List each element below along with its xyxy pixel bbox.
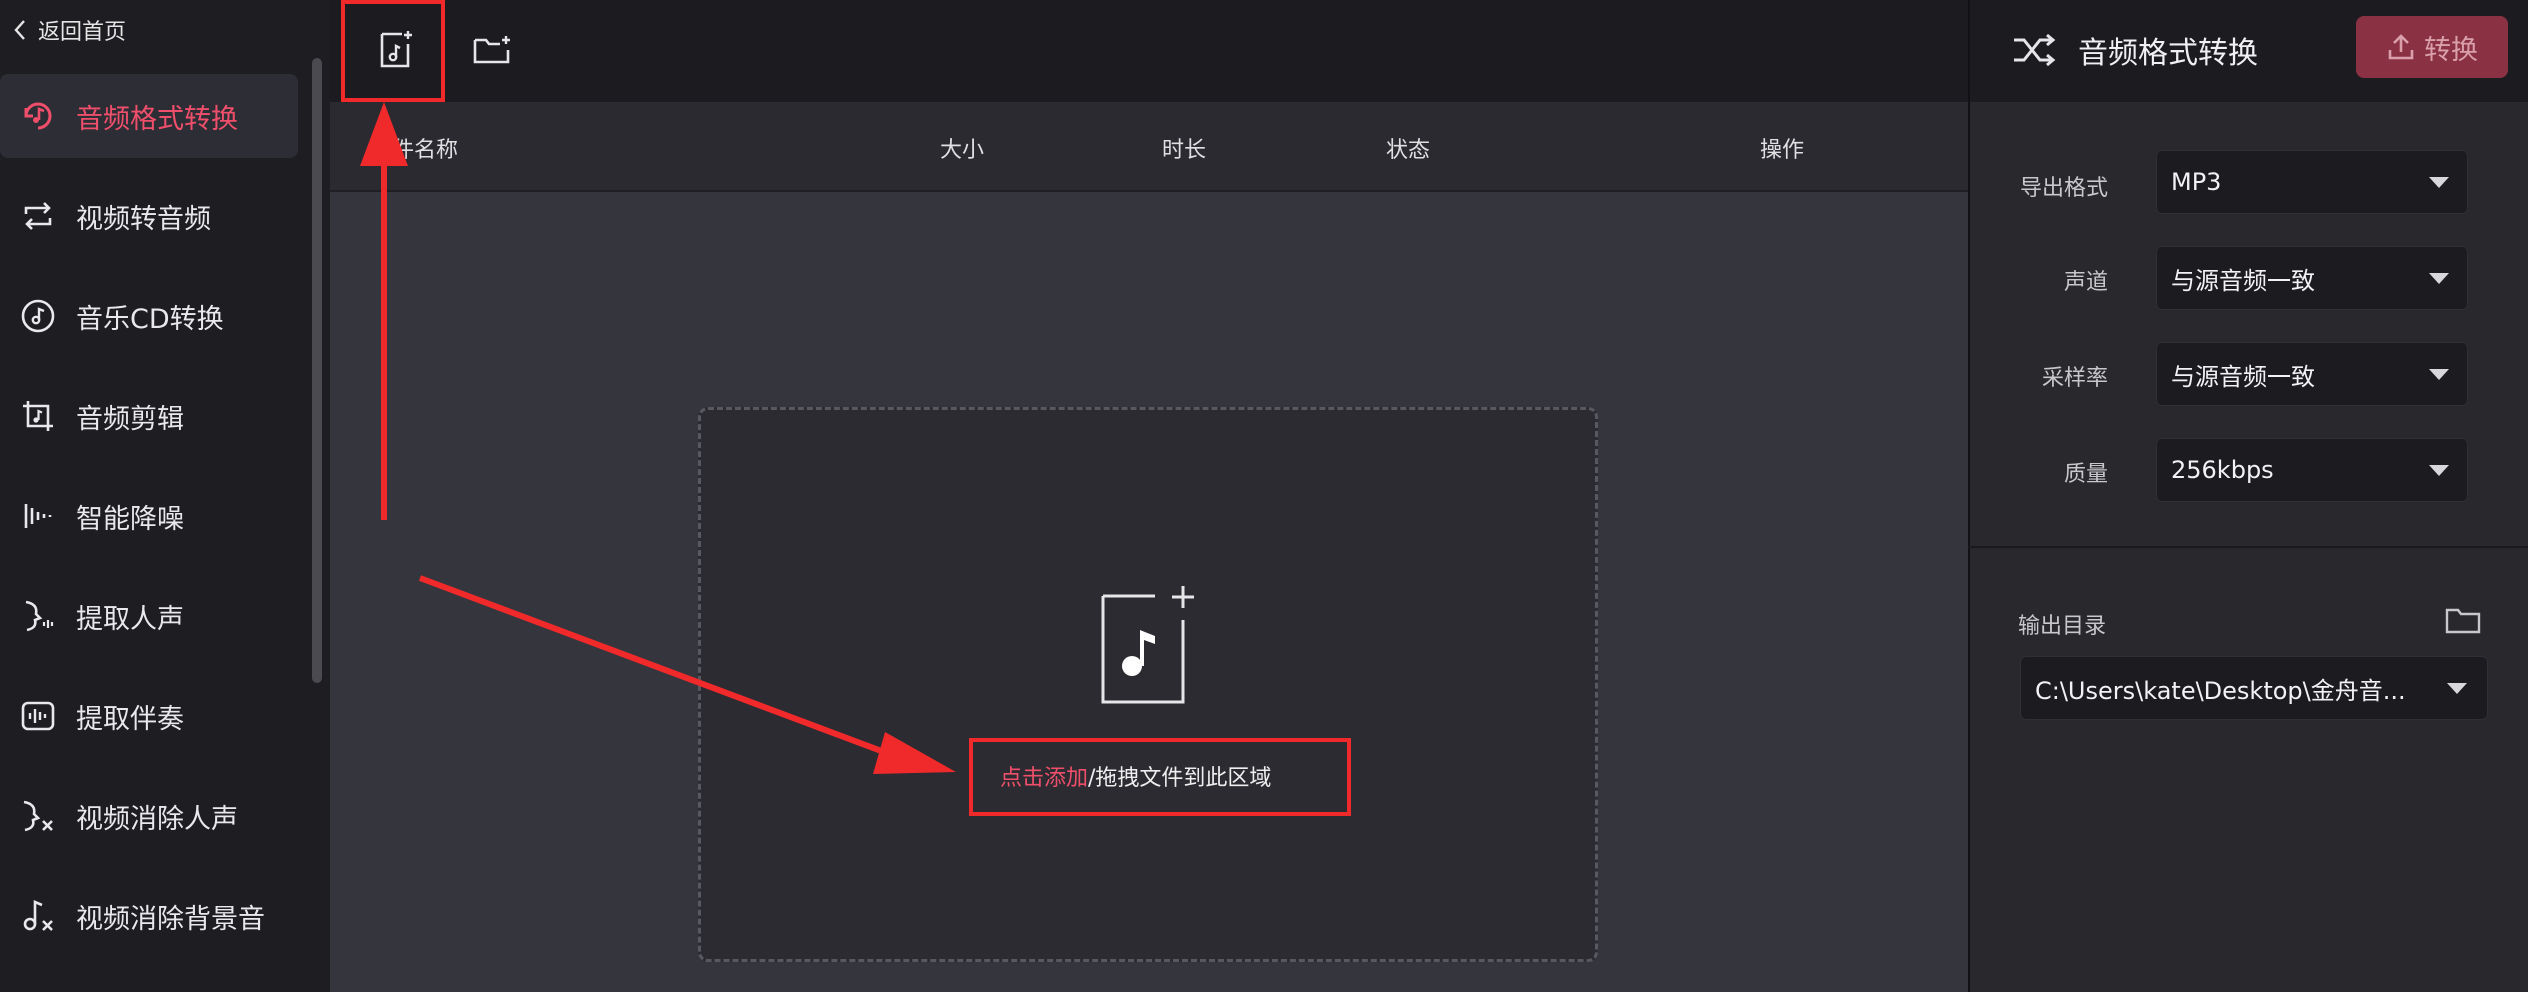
back-home-label: 返回首页 [38,20,127,45]
upload-icon [2388,34,2414,60]
export-format-select[interactable]: MP3 [2156,150,2468,214]
caret-down-icon [2429,465,2449,476]
folder-icon[interactable] [2444,604,2482,636]
sidebar-item-label: 视频消除背景音 [76,903,265,935]
sample-rate-label: 采样率 [2041,366,2108,391]
sidebar-item-label: 智能降噪 [76,503,184,535]
sidebar-item-music-cd[interactable]: 音乐CD转换 [0,274,298,358]
caret-down-icon [2429,273,2449,284]
settings-title-text: 音频格式转换 [2078,36,2258,71]
column-size: 大小 [940,138,985,163]
voice-remove-icon [18,796,58,836]
highlight-drop-hint [969,738,1351,816]
sidebar-item-label: 视频转音频 [76,203,211,235]
chevron-left-icon [14,20,25,40]
sample-rate-value: 与源音频一致 [2171,362,2315,391]
caret-down-icon [2447,683,2467,694]
waveform-icon [18,496,58,536]
settings-divider [1968,546,2528,548]
export-format-label: 导出格式 [2019,176,2108,201]
sidebar-item-video-remove-bgm[interactable]: 视频消除背景音 [0,874,298,958]
add-folder-button[interactable] [462,22,522,78]
convert-button[interactable]: 转换 [2356,16,2508,78]
sidebar: 返回首页 音频格式转换 视频转音频 音乐CD转换 音频剪辑 智能降噪 提取人声 … [0,0,330,992]
sample-rate-select[interactable]: 与源音频一致 [2156,342,2468,406]
settings-title: 音频格式转换 [2010,28,2258,72]
sidebar-item-label: 音频格式转换 [76,103,238,135]
file-table-header: 文件名称 大小 时长 状态 操作 [330,102,1968,192]
sidebar-item-audio-trim[interactable]: 音频剪辑 [0,374,298,458]
quality-value: 256kbps [2171,456,2274,484]
sidebar-item-video-to-audio[interactable]: 视频转音频 [0,174,298,258]
quality-select[interactable]: 256kbps [2156,438,2468,502]
channel-label: 声道 [2063,270,2108,295]
column-duration: 时长 [1162,138,1207,163]
column-filename: 文件名称 [370,138,459,163]
column-actions: 操作 [1760,138,1805,163]
output-dir-select[interactable]: C:\Users\kate\Desktop\金舟音... [2020,656,2488,720]
shuffle-icon [2014,33,2056,67]
audio-convert-icon [18,96,58,136]
sidebar-item-label: 音频剪辑 [76,403,184,435]
caret-down-icon [2429,177,2449,188]
voice-face-icon [18,596,58,636]
music-remove-icon [18,896,58,936]
channel-value: 与源音频一致 [2171,266,2315,295]
back-home-button[interactable]: 返回首页 [12,10,126,50]
output-dir-value: C:\Users\kate\Desktop\金舟音... [2035,676,2406,705]
sidebar-item-label: 视频消除人声 [76,803,238,835]
output-dir-label: 输出目录 [2018,614,2107,639]
sidebar-item-extract-accompaniment[interactable]: 提取伴奏 [0,674,298,758]
column-status: 状态 [1386,138,1431,163]
add-folder-icon [473,36,510,64]
quality-label: 质量 [2063,462,2108,487]
music-file-plus-icon [1101,586,1194,704]
accompaniment-icon [18,696,58,736]
export-format-value: MP3 [2171,168,2222,196]
sidebar-item-video-remove-vocal[interactable]: 视频消除人声 [0,774,298,858]
sidebar-item-label: 提取人声 [76,603,184,635]
caret-down-icon [2429,369,2449,380]
loop-arrows-icon [18,196,58,236]
highlight-add-file [341,0,445,102]
sidebar-item-label: 提取伴奏 [76,703,184,735]
channel-select[interactable]: 与源音频一致 [2156,246,2468,310]
convert-label: 转换 [2424,34,2478,66]
sidebar-item-audio-convert[interactable]: 音频格式转换 [0,74,298,158]
toolbar [330,0,1968,102]
sidebar-item-noise-reduction[interactable]: 智能降噪 [0,474,298,558]
audio-trim-icon [18,396,58,436]
sidebar-scrollbar[interactable] [312,58,322,683]
cd-icon [18,296,58,336]
sidebar-item-label: 音乐CD转换 [76,303,224,335]
sidebar-item-extract-vocal[interactable]: 提取人声 [0,574,298,658]
